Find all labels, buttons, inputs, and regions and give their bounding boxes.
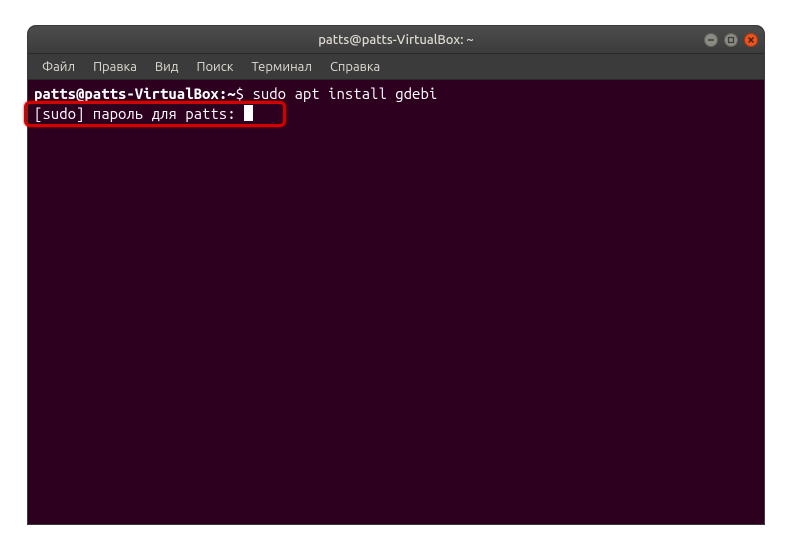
sudo-password-prompt: [sudo] пароль для patts: — [34, 105, 244, 122]
cursor — [244, 105, 253, 121]
maximize-button[interactable] — [724, 33, 738, 47]
terminal-body[interactable]: patts@patts-VirtualBox:~$ sudo apt insta… — [28, 80, 764, 524]
terminal-line-1: patts@patts-VirtualBox:~$ sudo apt insta… — [34, 84, 758, 104]
menu-help[interactable]: Справка — [322, 57, 388, 77]
window-controls — [704, 33, 758, 47]
prompt-path: ~ — [227, 85, 235, 102]
command-text: sudo apt install gdebi — [252, 85, 437, 102]
prompt-user-host: patts@patts-VirtualBox — [34, 85, 219, 102]
menu-file[interactable]: Файл — [34, 57, 83, 77]
titlebar[interactable]: patts@patts-VirtualBox: ~ — [28, 26, 764, 54]
terminal-window: patts@patts-VirtualBox: ~ Файл Правка Ви… — [28, 26, 764, 524]
window-title: patts@patts-VirtualBox: ~ — [318, 33, 474, 47]
menu-view[interactable]: Вид — [147, 57, 187, 77]
menu-terminal[interactable]: Терминал — [243, 57, 319, 77]
terminal-line-2: [sudo] пароль для patts: — [34, 104, 758, 124]
prompt-colon: : — [219, 85, 227, 102]
minimize-icon — [707, 36, 715, 44]
menubar: Файл Правка Вид Поиск Терминал Справка — [28, 54, 764, 80]
close-icon — [747, 36, 755, 44]
menu-edit[interactable]: Правка — [85, 57, 145, 77]
menu-search[interactable]: Поиск — [188, 57, 241, 77]
prompt-symbol: $ — [236, 85, 253, 102]
close-button[interactable] — [744, 33, 758, 47]
minimize-button[interactable] — [704, 33, 718, 47]
maximize-icon — [727, 36, 735, 44]
